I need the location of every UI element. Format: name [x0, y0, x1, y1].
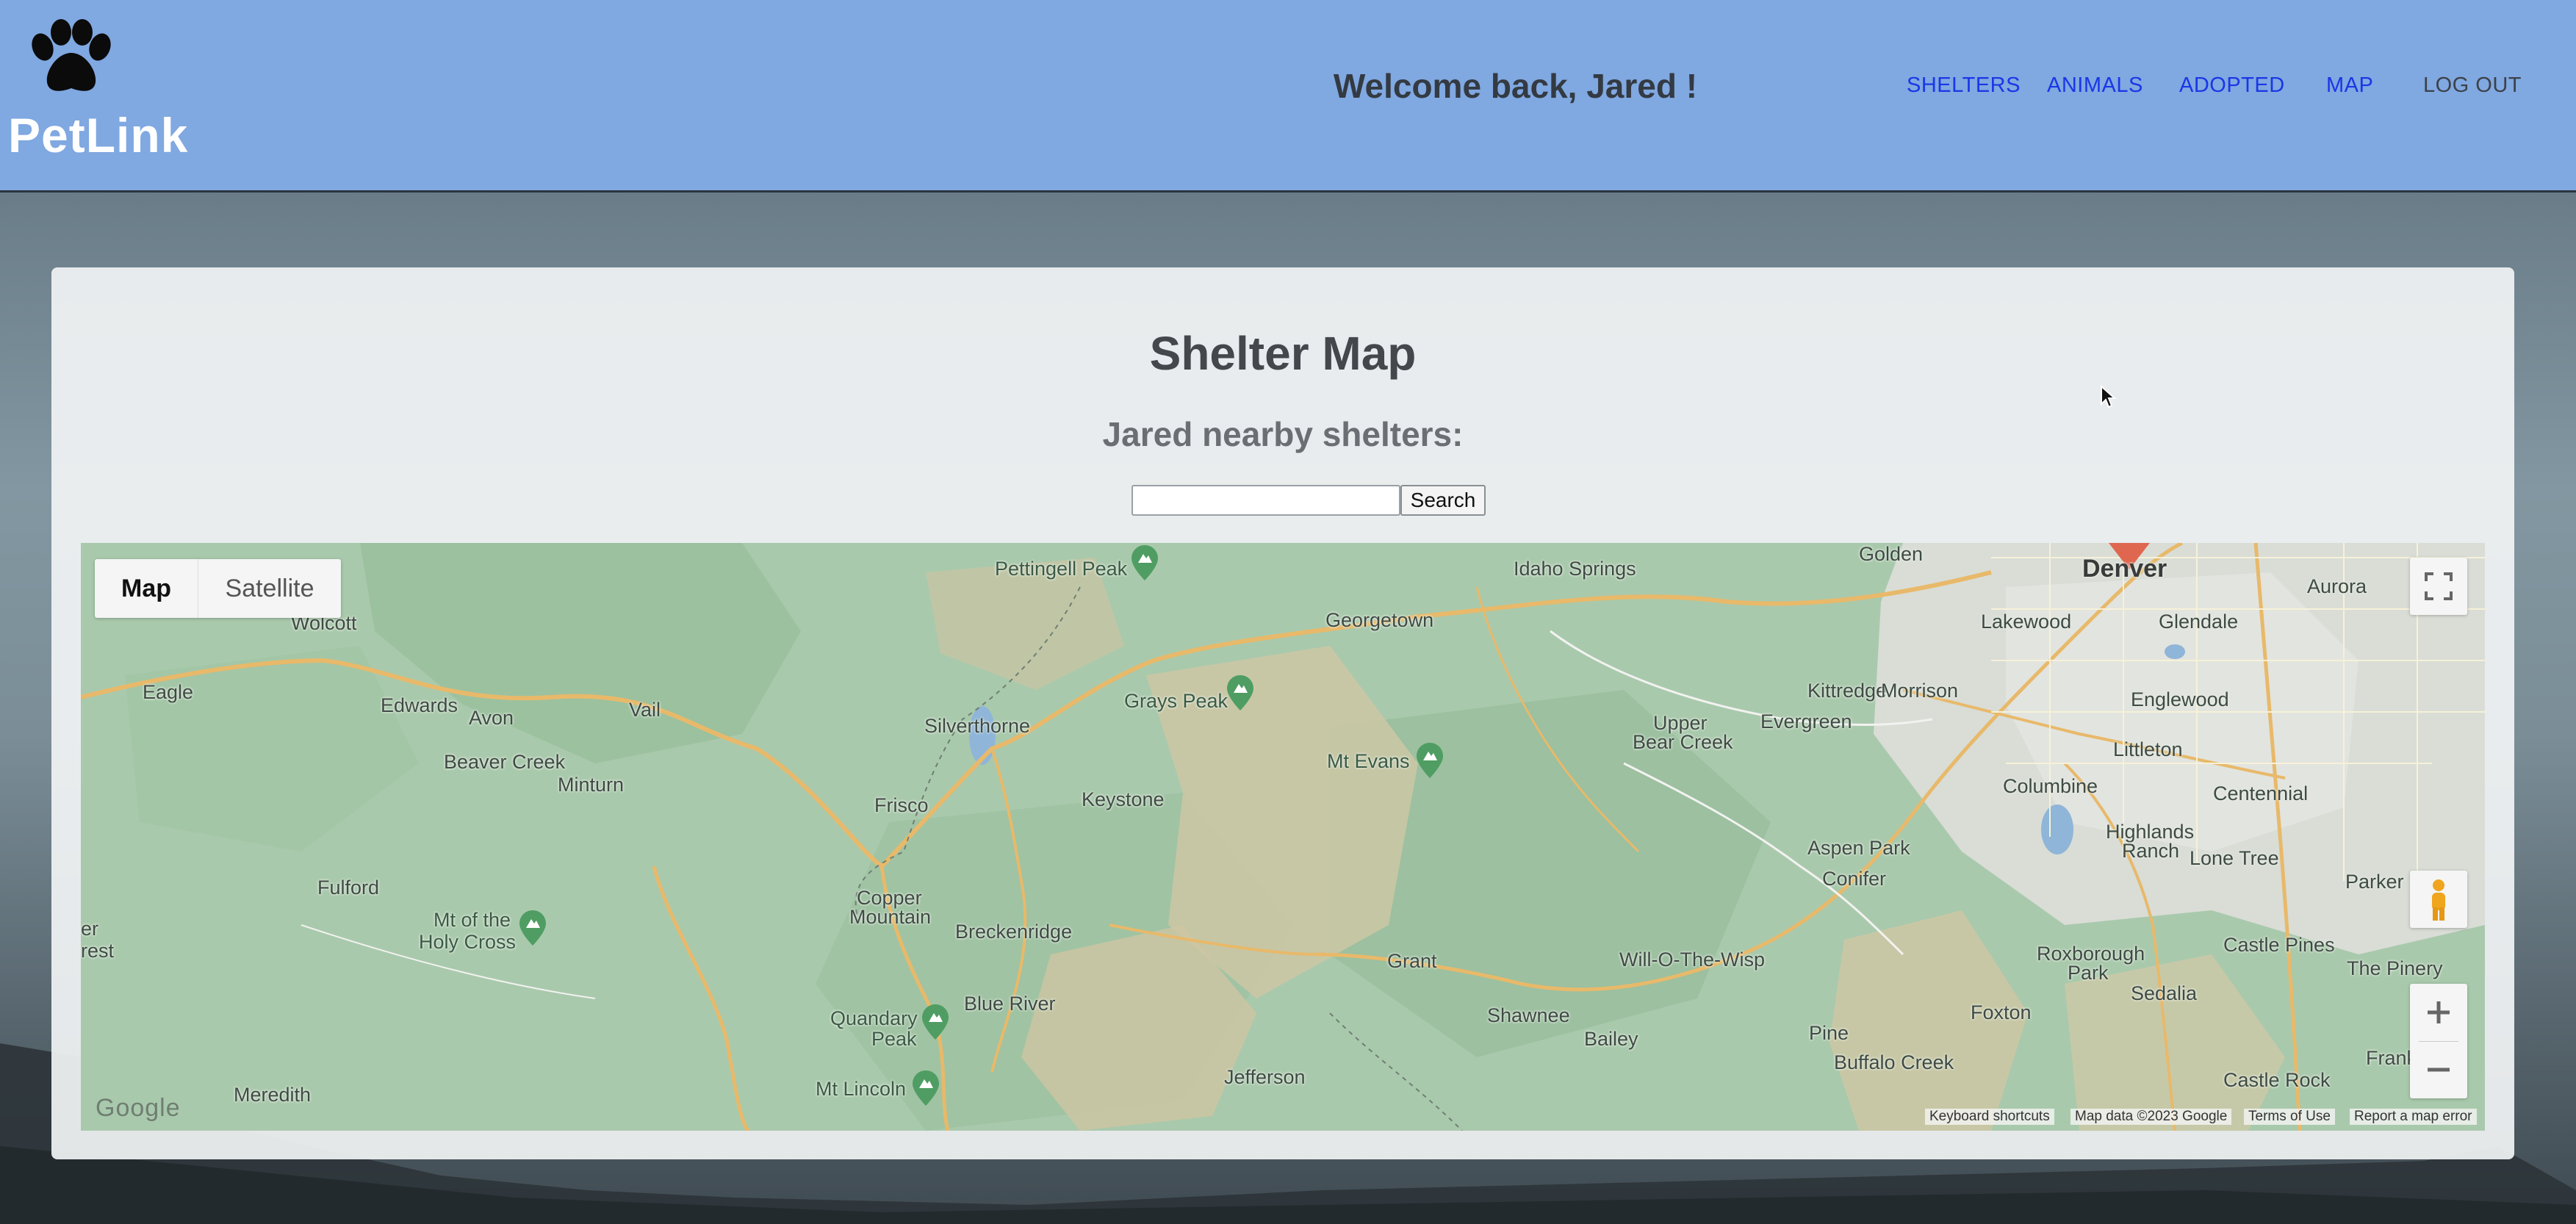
nav-shelters[interactable]: SHELTERS: [1907, 73, 2021, 98]
map-label: Ranch: [2122, 840, 2180, 862]
keyboard-shortcuts-link[interactable]: Keyboard shortcuts: [1925, 1109, 2054, 1125]
map-label: Jefferson: [1224, 1066, 1306, 1088]
paw-logo-icon[interactable]: [28, 19, 115, 96]
peak-pin-icon[interactable]: [1227, 675, 1253, 710]
nav-logout[interactable]: LOG OUT: [2423, 73, 2522, 98]
map-label: Glendale: [2159, 611, 2239, 633]
map-label: Aspen Park: [1807, 837, 1910, 859]
peak-pin-icon[interactable]: [913, 1070, 939, 1106]
map-label: Edwards: [381, 694, 458, 716]
map-label: Foxton: [1971, 1001, 2032, 1023]
map-label: Meredith: [234, 1084, 312, 1106]
map-label: rest: [81, 940, 115, 962]
mouse-cursor-icon: [2101, 385, 2117, 408]
map-label: Minturn: [558, 774, 625, 796]
map-type-satellite-button[interactable]: Satellite: [198, 559, 341, 618]
search-input[interactable]: [1132, 485, 1400, 516]
map-label: Parker: [2345, 871, 2404, 893]
map-label: Shawnee: [1487, 1004, 1570, 1026]
map-label: er: [81, 918, 99, 940]
map-label: Frisco: [874, 794, 929, 816]
brand-name[interactable]: PetLink: [8, 107, 188, 163]
page-title: Shelter Map: [1149, 327, 1417, 380]
map-label: Mountain: [849, 906, 932, 928]
top-header: PetLink Welcome back, Jared ! SHELTERS A…: [0, 0, 2576, 192]
map-label: Kittredge: [1807, 680, 1888, 702]
zoom-control: [2410, 984, 2467, 1098]
map-data-attribution: Map data ©2023 Google: [2070, 1109, 2232, 1125]
map-type-map-button[interactable]: Map: [95, 559, 198, 618]
map-label: Keystone: [1082, 788, 1165, 810]
nav-adopted[interactable]: ADOPTED: [2179, 73, 2285, 98]
map-label: Holy Cross: [419, 931, 517, 953]
zoom-out-icon[interactable]: [2410, 1041, 2467, 1098]
peak-pin-icon[interactable]: [1417, 743, 1443, 778]
map-label: Mt Evans: [1327, 750, 1410, 772]
map-label: Castle Pines: [2223, 934, 2335, 956]
fullscreen-button[interactable]: [2410, 558, 2467, 615]
google-logo[interactable]: Google: [96, 1094, 181, 1123]
report-map-error-link[interactable]: Report a map error: [2350, 1109, 2477, 1125]
page-subtitle: Jared nearby shelters:: [1102, 415, 1464, 453]
search-button[interactable]: Search: [1400, 485, 1486, 516]
map-label: Evergreen: [1760, 710, 1852, 732]
map-label: Lone Tree: [2190, 847, 2279, 869]
map-label: Peak: [871, 1028, 917, 1050]
map-label: Golden: [1859, 543, 1924, 565]
map-label: Eagle: [143, 681, 194, 703]
map-label: Mt of the: [433, 909, 511, 931]
map-label: Grant: [1387, 950, 1437, 972]
street-view-pegman-button[interactable]: [2410, 871, 2467, 928]
map-label: Will-O-The-Wisp: [1619, 948, 1765, 971]
map-label: Conifer: [1822, 868, 1887, 890]
map-label: Columbine: [2003, 775, 2098, 797]
map-label: Quandary: [830, 1007, 918, 1029]
map-type-control: Map Satellite: [95, 559, 341, 618]
map-label: Pine: [1809, 1022, 1849, 1044]
peak-pin-icon[interactable]: [922, 1004, 949, 1040]
map-label: Sedalia: [2131, 982, 2198, 1004]
peak-pin-icon[interactable]: [519, 910, 546, 946]
fullscreen-icon: [2425, 572, 2453, 600]
nav-animals[interactable]: ANIMALS: [2047, 73, 2143, 98]
map-label: Mt Lincoln: [816, 1078, 907, 1100]
map-label: Park: [2068, 962, 2109, 984]
map-label: Bailey: [1584, 1028, 1638, 1050]
google-map[interactable]: Wolcott Eagle Edwards Avon Vail Beaver C…: [81, 543, 2485, 1131]
pegman-icon: [2432, 879, 2445, 921]
map-label: Silverthorne: [924, 715, 1031, 737]
zoom-in-icon[interactable]: [2410, 984, 2467, 1041]
shelter-map-panel: Shelter Map Jared nearby shelters: Searc…: [51, 267, 2514, 1159]
map-label: Castle Rock: [2223, 1069, 2331, 1091]
map-label: Grays Peak: [1124, 690, 1228, 712]
map-label: Vail: [629, 699, 661, 721]
terms-of-use-link[interactable]: Terms of Use: [2244, 1109, 2335, 1125]
map-label: Pettingell Peak: [995, 558, 1128, 580]
nav-map[interactable]: MAP: [2326, 73, 2373, 98]
map-label: Englewood: [2131, 688, 2229, 710]
map-label: Littleton: [2113, 738, 2183, 760]
map-label: Breckenridge: [955, 921, 1073, 943]
map-label: Morrison: [1881, 680, 1959, 702]
map-label: Blue River: [964, 993, 1056, 1015]
map-label: Fulford: [317, 876, 380, 899]
map-label: Bear Creek: [1633, 731, 1733, 753]
map-label: Georgetown: [1325, 609, 1434, 631]
map-label: Aurora: [2307, 575, 2367, 597]
map-label: Beaver Creek: [444, 751, 566, 773]
map-label: The Pinery: [2347, 957, 2443, 979]
map-label: Buffalo Creek: [1834, 1051, 1954, 1073]
map-label: Lakewood: [1981, 611, 2072, 633]
map-label: Centennial: [2213, 782, 2309, 804]
welcome-message: Welcome back, Jared !: [1333, 67, 1698, 105]
map-label: Avon: [469, 707, 514, 729]
map-label: Idaho Springs: [1514, 558, 1636, 580]
map-label: Denver: [2082, 555, 2167, 583]
peak-pin-icon[interactable]: [1132, 545, 1158, 580]
